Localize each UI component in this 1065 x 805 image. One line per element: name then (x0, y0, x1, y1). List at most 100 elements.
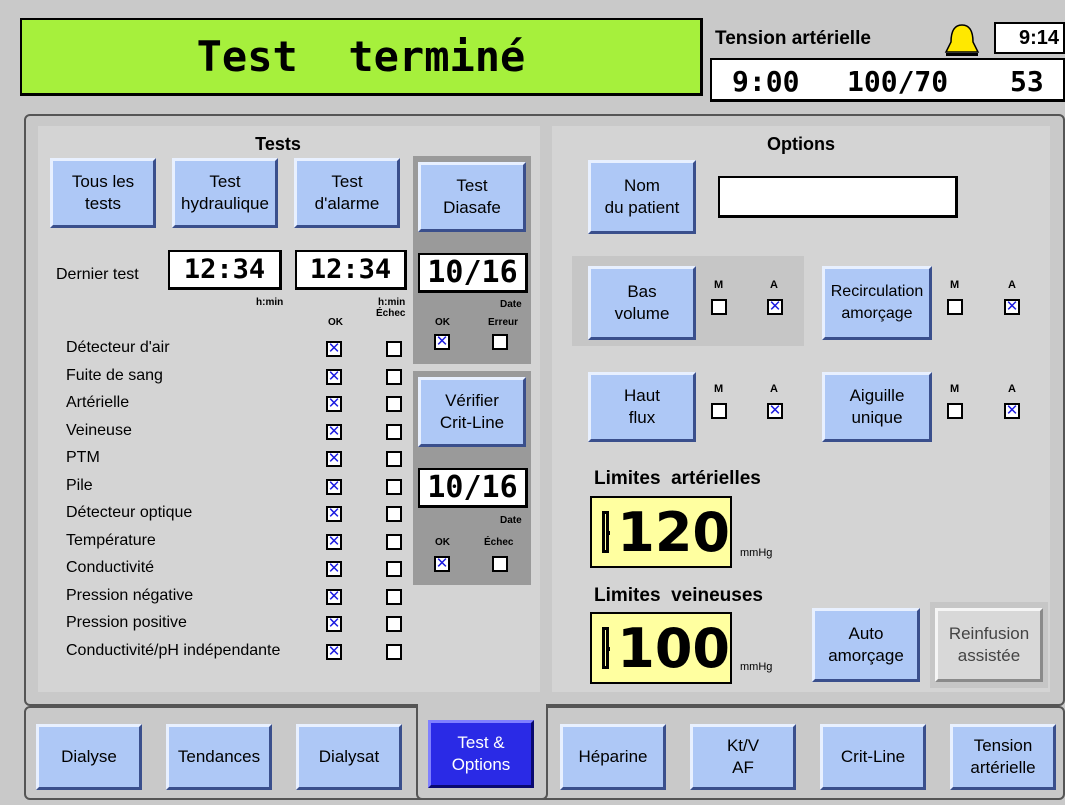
test-item-fail-checkbox[interactable] (386, 561, 402, 577)
single-needle-m-checkbox[interactable] (947, 403, 963, 419)
recirculation-priming-button[interactable]: Recirculation amorçage (822, 266, 932, 340)
test-item-label: Détecteur d'air (66, 339, 170, 356)
single-needle-a-label: A (1008, 383, 1016, 395)
test-item-fail-checkbox[interactable] (386, 341, 402, 357)
test-item-fail-checkbox[interactable] (386, 451, 402, 467)
test-item-label: Artérielle (66, 394, 130, 411)
test-item-fail-checkbox[interactable] (386, 643, 402, 660)
test-item-label: Température (66, 531, 156, 549)
test-item-ok-checkbox[interactable]: ✕ (326, 451, 342, 467)
test-item-ok-checkbox[interactable]: ✕ (326, 368, 342, 385)
bas-volume-a-label: A (770, 279, 778, 291)
bp-time: 9:00 (732, 65, 800, 98)
test-item-ok-checkbox[interactable]: ✕ (326, 616, 342, 632)
patient-name-button[interactable]: Nom du patient (588, 160, 696, 234)
single-needle-button[interactable]: Aiguille unique (822, 372, 932, 442)
test-item-label: Pression positive (66, 614, 187, 631)
fail-column-label: Échec (376, 308, 406, 319)
high-flux-button[interactable]: Haut flux (588, 372, 696, 442)
verify-critline-button[interactable]: Vérifier Crit-Line (418, 377, 526, 447)
bp-pulse: 53 (1010, 65, 1044, 98)
last-hydraulic-time: 12:34 (168, 250, 282, 290)
diasafe-error-label: Erreur (488, 317, 519, 328)
options-heading: Options (767, 134, 835, 154)
tab-6[interactable]: Kt/V AF (690, 724, 796, 790)
diasafe-ok-label: OK (435, 317, 450, 328)
test-item-fail-checkbox[interactable] (386, 396, 402, 412)
high-flux-a-label: A (770, 383, 778, 395)
test-item-ok-checkbox[interactable]: ✕ (326, 561, 342, 577)
test-item-label: PTM (66, 449, 100, 466)
test-item-ok-checkbox[interactable]: ✕ (326, 478, 342, 495)
tab-8[interactable]: Tension artérielle (950, 724, 1056, 790)
test-item-label: Fuite de sang (66, 366, 163, 384)
test-item-fail-checkbox[interactable] (386, 506, 402, 522)
assisted-reinfusion-button[interactable]: Reinfusion assistée (935, 608, 1043, 682)
single-needle-m-label: M (950, 383, 960, 395)
venous-unit: mmHg (740, 661, 773, 673)
test-item-ok-checkbox[interactable]: ✕ (326, 533, 342, 550)
test-item-fail-checkbox[interactable] (386, 588, 402, 605)
critline-fail-checkbox[interactable] (492, 556, 508, 572)
recirculation-a-checkbox[interactable]: ✕ (1004, 299, 1020, 315)
recirculation-m-checkbox[interactable] (947, 299, 963, 315)
arterial-limit-value: 120 (617, 500, 730, 564)
auto-priming-button[interactable]: Auto amorçage (812, 608, 920, 682)
critline-date-label: Date (500, 515, 522, 526)
alarm-bell-icon[interactable] (940, 22, 984, 60)
recirculation-m-label: M (950, 279, 960, 291)
bas-volume-button[interactable]: Bas volume (588, 266, 696, 340)
test-item-fail-checkbox[interactable] (386, 423, 402, 440)
status-title: Test terminé (196, 32, 526, 81)
high-flux-m-checkbox[interactable] (711, 403, 727, 419)
alarm-test-button[interactable]: Test d'alarme (294, 158, 400, 228)
tab-1[interactable]: Dialyse (36, 724, 142, 790)
test-item-fail-checkbox[interactable] (386, 368, 402, 385)
bp-value: 100/70 (847, 65, 949, 98)
diasafe-date: 10/16 (418, 253, 528, 293)
tab-7[interactable]: Crit-Line (820, 724, 926, 790)
last-alarm-time: 12:34 (295, 250, 407, 290)
diasafe-ok-checkbox[interactable]: ✕ (434, 334, 450, 350)
all-tests-button[interactable]: Tous les tests (50, 158, 156, 228)
bp-title: Tension artérielle (715, 28, 871, 49)
test-item-label: Conductivité (66, 559, 155, 576)
venous-limit-value: 100 (617, 616, 730, 680)
arterial-limits-display[interactable]: 120 (590, 496, 732, 568)
critline-fail-label: Échec (484, 537, 514, 548)
test-item-ok-checkbox[interactable]: ✕ (326, 643, 342, 660)
test-item-ok-checkbox[interactable]: ✕ (326, 396, 342, 412)
high-flux-a-checkbox[interactable]: ✕ (767, 403, 783, 419)
recirculation-a-label: A (1008, 279, 1016, 291)
test-item-ok-checkbox[interactable]: ✕ (326, 341, 342, 357)
critline-ok-label: OK (435, 537, 450, 548)
patient-name-field[interactable] (718, 176, 958, 218)
bas-volume-m-label: M (714, 279, 724, 291)
venous-limits-display[interactable]: 100 (590, 612, 732, 684)
test-item-ok-checkbox[interactable]: ✕ (326, 506, 342, 522)
tab-4[interactable]: Test & Options (428, 720, 534, 788)
test-item-label: Pile (66, 476, 93, 494)
critline-date: 10/16 (418, 468, 528, 508)
diasafe-test-button[interactable]: Test Diasafe (418, 162, 526, 232)
test-item-fail-checkbox[interactable] (386, 478, 402, 495)
single-needle-a-checkbox[interactable]: ✕ (1004, 403, 1020, 419)
test-item-ok-checkbox[interactable]: ✕ (326, 423, 342, 440)
bp-readout: 9:00 100/70 53 (710, 58, 1065, 102)
arterial-unit: mmHg (740, 547, 773, 559)
clock: 9:14 (994, 22, 1065, 54)
hydraulic-test-button[interactable]: Test hydraulique (172, 158, 278, 228)
test-item-fail-checkbox[interactable] (386, 533, 402, 550)
test-item-fail-checkbox[interactable] (386, 616, 402, 632)
tab-5[interactable]: Héparine (560, 724, 666, 790)
diasafe-date-label: Date (500, 299, 522, 310)
critline-ok-checkbox[interactable]: ✕ (434, 556, 450, 572)
test-item-ok-checkbox[interactable]: ✕ (326, 588, 342, 605)
tab-2[interactable]: Tendances (166, 724, 272, 790)
diasafe-error-checkbox[interactable] (492, 334, 508, 350)
ok-column-label: OK (328, 317, 343, 328)
tab-3[interactable]: Dialysat (296, 724, 402, 790)
bas-volume-m-checkbox[interactable] (711, 299, 727, 315)
bas-volume-a-checkbox[interactable]: ✕ (767, 299, 783, 315)
last-test-label: Dernier test (56, 266, 139, 283)
